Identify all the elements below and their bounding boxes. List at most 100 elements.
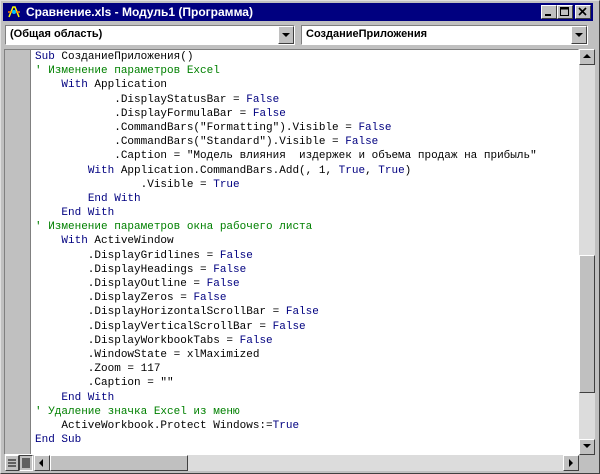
- code-line[interactable]: With Application.CommandBars.Add(, 1, Tr…: [35, 164, 537, 178]
- code-text-segment: .DisplayFormulaBar =: [35, 107, 253, 120]
- code-line[interactable]: With Application: [35, 78, 537, 92]
- scroll-down-button[interactable]: [579, 439, 595, 455]
- chevron-down-icon: [282, 33, 290, 37]
- code-line[interactable]: .DisplayWorkbookTabs = False: [35, 334, 537, 348]
- bottom-bar: [4, 455, 579, 471]
- arrow-up-icon: [583, 54, 591, 58]
- scroll-right-button[interactable]: [563, 455, 579, 471]
- code-text-segment: [35, 165, 88, 177]
- code-text-segment: Application.CommandBars.Add(, 1,: [114, 164, 339, 177]
- vba-code-window: Сравнение.xls - Модуль1 (Программа) (Общ…: [0, 0, 600, 474]
- code-text-segment: СозданиеПриложения(): [54, 51, 194, 63]
- code-text-segment: [35, 79, 61, 91]
- close-icon: [578, 7, 587, 16]
- horizontal-scrollbar[interactable]: [34, 455, 579, 471]
- code-line[interactable]: ' Изменение параметров окна рабочего лис…: [35, 220, 537, 234]
- code-text-segment: ,: [365, 164, 379, 177]
- code-line[interactable]: .DisplayFormulaBar = False: [35, 107, 537, 121]
- code-text-segment: .DisplayHorizontalScrollBar =: [35, 306, 286, 319]
- code-keyword: False: [219, 249, 253, 262]
- code-text-segment: .CommandBars("Formatting").Visible =: [35, 121, 359, 134]
- object-combobox[interactable]: (Общая область): [5, 25, 295, 45]
- code-line[interactable]: .DisplayOutline = False: [35, 277, 537, 291]
- code-text-segment: .DisplayVerticalScrollBar =: [35, 320, 273, 333]
- code-line[interactable]: .Caption = "Модель влияния издержек и об…: [35, 149, 536, 163]
- code-text[interactable]: Sub СозданиеПриложения() ' Изменение пара…: [35, 50, 537, 447]
- code-line[interactable]: End Sub: [35, 433, 537, 447]
- code-line[interactable]: .Zoom = 117: [35, 362, 537, 376]
- code-keyword: False: [285, 306, 319, 319]
- vertical-scrollbar[interactable]: [579, 49, 595, 455]
- size-grip[interactable]: [579, 455, 595, 471]
- code-keyword: False: [206, 278, 240, 290]
- code-line[interactable]: .CommandBars("Standard").Visible = False: [35, 135, 537, 149]
- minimize-icon: [545, 14, 551, 16]
- procedure-combobox-dropdown-button[interactable]: [571, 26, 587, 44]
- maximize-button[interactable]: [557, 5, 573, 19]
- code-line[interactable]: End With: [35, 206, 537, 220]
- code-keyword: With: [61, 79, 88, 92]
- code-text-segment: [35, 193, 88, 205]
- code-text-segment: [35, 392, 61, 404]
- vertical-scroll-thumb[interactable]: [579, 255, 595, 393]
- code-line[interactable]: .DisplayHeadings = False: [35, 263, 537, 277]
- code-line[interactable]: ActiveWorkbook.Protect Windows:=True: [35, 419, 537, 433]
- vba-module-icon: [8, 6, 20, 18]
- code-text-segment: .DisplayStatusBar =: [35, 93, 247, 106]
- code-text-segment: ): [404, 164, 412, 177]
- code-keyword: With: [61, 235, 88, 248]
- code-text-segment: Application: [87, 79, 168, 92]
- code-editor[interactable]: Sub СозданиеПриложения() ' Изменение пара…: [4, 49, 579, 455]
- code-line[interactable]: End With: [35, 192, 537, 206]
- scroll-left-button[interactable]: [34, 455, 50, 471]
- code-line[interactable]: .WindowState = xlMaximized: [35, 348, 537, 362]
- code-text-segment: .DisplayZeros =: [35, 292, 194, 305]
- code-text-segment: .DisplayOutline =: [35, 278, 207, 290]
- code-line[interactable]: ' Удаление значка Excel из меню: [35, 405, 537, 419]
- code-line[interactable]: .Visible = True: [35, 178, 537, 192]
- code-line[interactable]: .Caption = "": [35, 376, 537, 390]
- code-line[interactable]: .DisplayVerticalScrollBar = False: [35, 320, 537, 334]
- maximize-icon: [560, 7, 569, 16]
- code-comment: ' Изменение параметров Excel: [35, 65, 220, 78]
- code-text-segment: .WindowState = xlMaximized: [35, 348, 260, 361]
- procedure-view-button[interactable]: [5, 455, 19, 471]
- code-line[interactable]: ' Изменение параметров Excel: [35, 64, 537, 78]
- chevron-down-icon: [575, 33, 583, 37]
- code-text-segment: .DisplayGridlines =: [35, 249, 220, 262]
- code-line[interactable]: Sub СозданиеПриложения(): [35, 50, 537, 64]
- code-keyword: True: [338, 164, 366, 177]
- code-text-segment: .DisplayHeadings =: [35, 263, 214, 276]
- code-line[interactable]: End With: [35, 391, 537, 405]
- arrow-right-icon: [569, 459, 573, 467]
- procedure-combobox[interactable]: СозданиеПриложения: [301, 25, 588, 45]
- minimize-button[interactable]: [541, 5, 557, 19]
- code-text-segment: ActiveWorkbook.Protect Windows:=: [35, 419, 273, 432]
- code-comment: ' Удаление значка Excel из меню: [35, 405, 240, 418]
- horizontal-scroll-thumb[interactable]: [50, 455, 188, 471]
- code-keyword: Sub: [35, 51, 55, 63]
- code-keyword: True: [378, 164, 405, 177]
- full-module-view-icon: [22, 458, 30, 468]
- code-line[interactable]: .CommandBars("Formatting").Visible = Fal…: [35, 121, 537, 135]
- code-comment: ' Изменение параметров окна рабочего лис…: [35, 221, 313, 234]
- close-button[interactable]: [575, 5, 591, 19]
- code-line[interactable]: .DisplayZeros = False: [35, 291, 537, 305]
- code-line[interactable]: .DisplayStatusBar = False: [35, 93, 537, 107]
- scroll-up-button[interactable]: [579, 49, 595, 65]
- margin-indicator-bar[interactable]: [5, 50, 31, 454]
- object-combobox-dropdown-button[interactable]: [278, 26, 294, 44]
- title-bar[interactable]: Сравнение.xls - Модуль1 (Программа): [3, 3, 593, 21]
- code-line[interactable]: .DisplayGridlines = False: [35, 249, 537, 263]
- window-title: Сравнение.xls - Модуль1 (Программа): [26, 5, 253, 19]
- code-text-segment: .CommandBars("Standard").Visible =: [35, 136, 346, 149]
- arrow-down-icon: [583, 444, 591, 448]
- code-line[interactable]: .DisplayHorizontalScrollBar = False: [35, 305, 537, 319]
- full-module-view-button[interactable]: [19, 455, 33, 471]
- code-text-segment: ActiveWindow: [87, 235, 174, 248]
- code-keyword: False: [193, 292, 227, 305]
- code-keyword: End With: [87, 192, 141, 205]
- code-text-segment: [35, 207, 61, 219]
- code-line[interactable]: With ActiveWindow: [35, 234, 537, 248]
- procedure-combobox-value: СозданиеПриложения: [306, 28, 428, 40]
